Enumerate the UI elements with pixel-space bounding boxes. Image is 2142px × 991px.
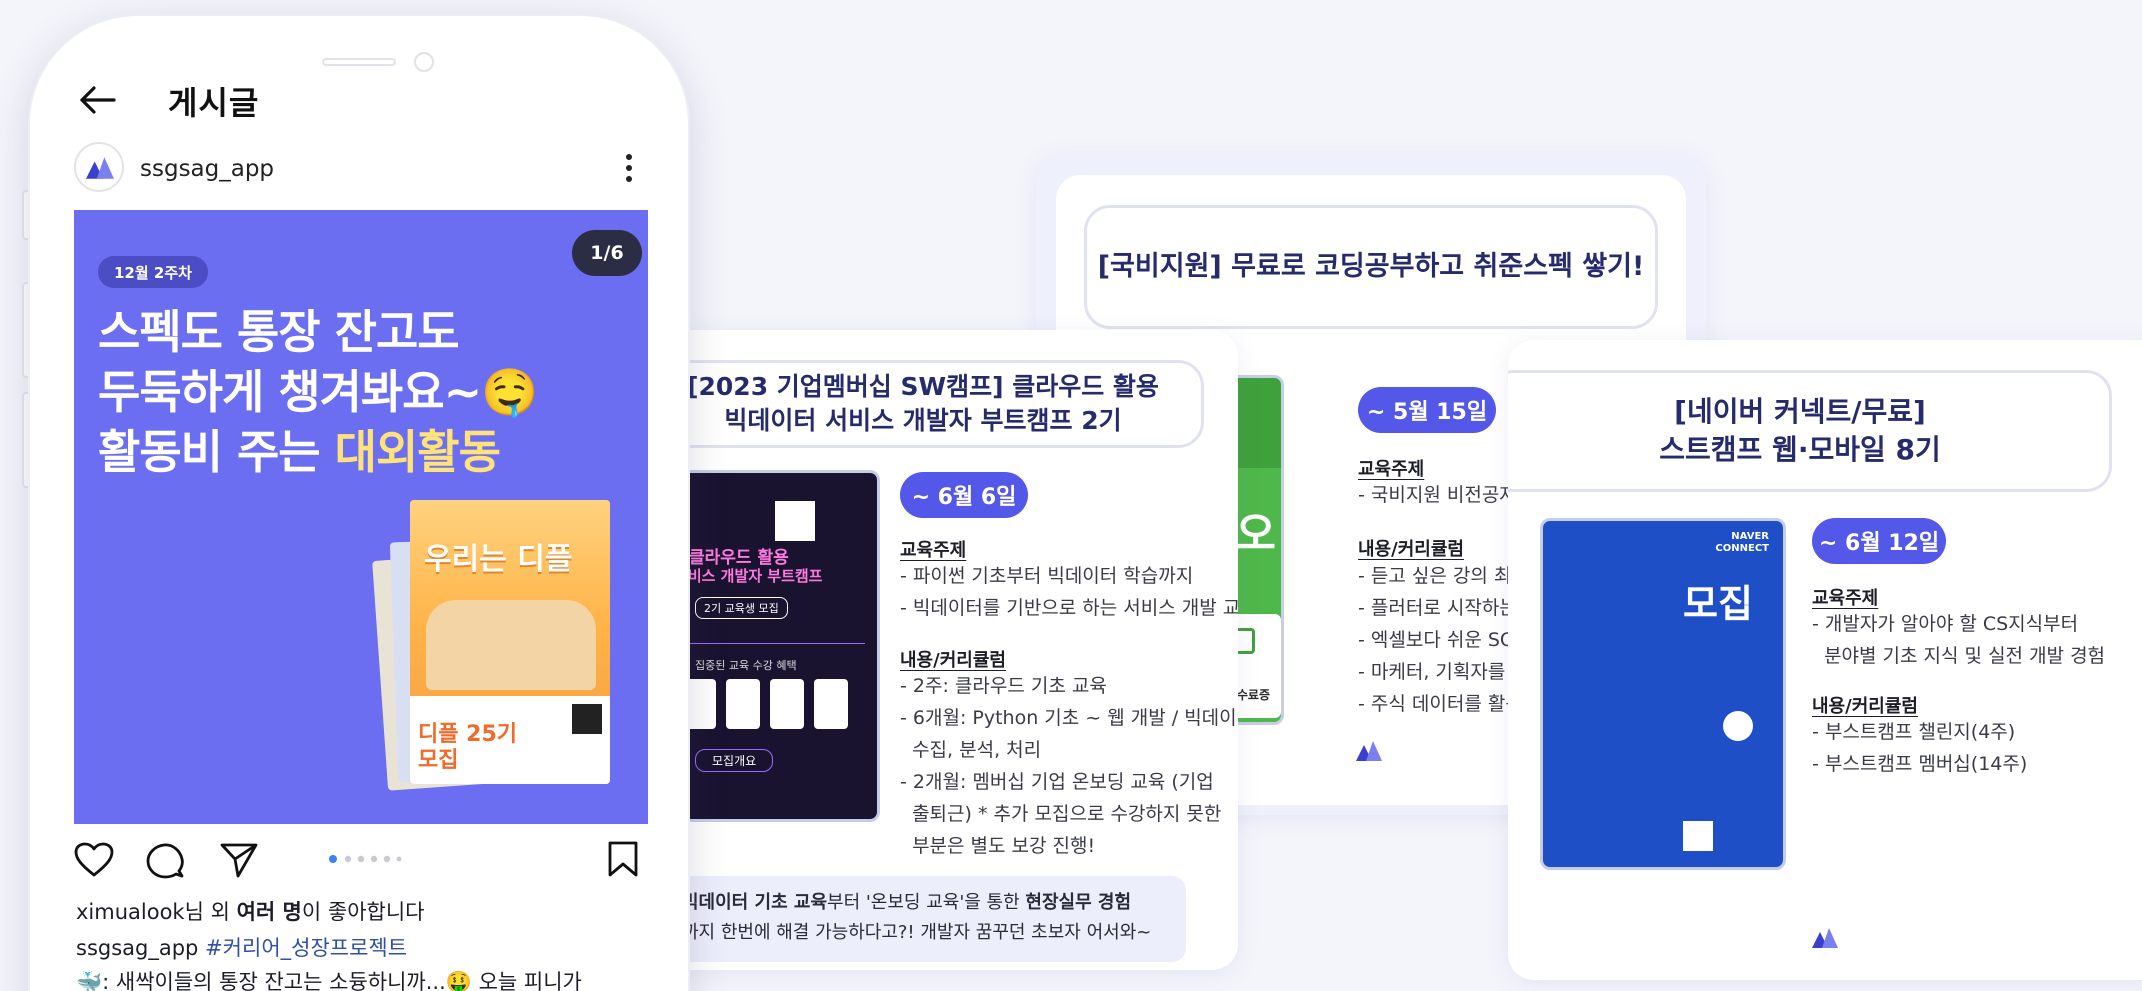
phone-mockup: 게시글 ssgsag_app 12월 2주차 1/6 스펙도 통장 잔고도 두둑… [28,14,690,991]
carousel-dots [329,855,402,863]
ssgsag-logo-icon [86,157,114,179]
curriculum-heading: 내용/커리큘럼 [1358,539,1464,560]
poster-text: 집중된 교육 수강 혜택 [695,659,797,672]
poster-text: 모집개요 [695,749,774,772]
list-item: - 2주: 클라우드 기초 교육 [900,675,1107,697]
poster-text: 우리는 디플 [424,542,573,577]
featured-poster: 우리는 디플 디플 25기 모집 [410,500,610,784]
poster-text: 2기 교육생 모집 [695,597,788,619]
poster-text: NAVER CONNECT [1715,531,1769,554]
hashtag-link[interactable]: #커리어_성장프로젝트 [205,936,407,960]
course-title: [2023 기업멤버십 SW캠프] 클라우드 활용 빅데이터 서비스 개발자 부… [662,360,1204,448]
page-title: 게시글 [168,84,260,122]
deadline-badge: ~ 5월 15일 [1358,387,1496,433]
ssgsag-logo-icon [1356,741,1382,761]
topic-list: - 파이썬 기초부터 빅데이터 학습까지 - 빅데이터를 기반으로 하는 서비스… [900,560,1238,624]
account-username[interactable]: ssgsag_app [140,156,274,182]
curriculum-list: - 부스트캠프 챌린지(4주) - 부스트캠프 멤버십(14주) [1812,716,2027,780]
list-item: - 2개월: 멤버십 기업 온보딩 교육 (기업 [900,771,1214,793]
more-options-icon[interactable] [624,152,634,184]
caption-username[interactable]: ssgsag_app [76,936,198,960]
ssgsag-logo-icon [1812,928,1838,948]
phone-speaker [322,58,396,66]
list-item: - 파이썬 기초부터 빅데이터 학습까지 [900,565,1194,587]
list-item: 분야별 기초 지식 및 실전 개발 경험 [1812,645,2106,667]
list-item: - 부스트캠프 챌린지(4주) [1812,721,2016,743]
heart-icon[interactable] [74,842,114,878]
course-title: [네이버 커넥트/무료] 스트캠프 웹·모바일 8기 [1508,370,2112,492]
comment-icon[interactable] [146,842,184,880]
post-caption-header: ssgsag_app #커리어_성장프로젝트 [76,932,407,962]
deadline-badge: ~ 6월 12일 [1812,518,1946,564]
topic-heading: 교육주제 [1812,588,1879,609]
avatar[interactable] [74,142,124,192]
deadline-badge: ~ 6월 6일 [900,472,1028,518]
course-card-cloud-bigdata[interactable]: [2023 기업멤버십 SW캠프] 클라우드 활용 빅데이터 서비스 개발자 부… [662,330,1238,970]
post-caption-text: 🐳: 새싹이들의 통장 잔고는 소듕하니까...🤑 오늘 피니가 [76,970,582,991]
course-poster: NAVER CONNECT 모집 [1540,518,1786,870]
post-carousel-slide[interactable]: 12월 2주차 1/6 스펙도 통장 잔고도 두둑하게 챙겨봐요~🤤 활동비 주… [74,210,648,824]
curriculum-heading: 내용/커리큘럼 [1812,696,1918,717]
topic-heading: 교육주제 [900,540,967,561]
curriculum-list: - 2주: 클라우드 기초 교육 - 6개월: Python 기초 ~ 웹 개발… [900,670,1238,862]
slide-headline: 스펙도 통장 잔고도 두둑하게 챙겨봐요~🤤 활동비 주는 대외활동 [98,305,538,479]
curriculum-heading: 내용/커리큘럼 [900,650,1006,671]
poster-text: 디플 25기 모집 [418,722,517,773]
list-item: - 빅데이터를 기반으로 하는 서비스 개발 교육 [900,597,1238,619]
course-card-naver-boostcamp[interactable]: [네이버 커넥트/무료] 스트캠프 웹·모바일 8기 NAVER CONNECT… [1508,340,2142,980]
poster-text: 모집 [1683,582,1753,626]
list-item: - 6개월: Python 기초 ~ 웹 개발 / 빅데이터 [900,707,1238,729]
list-item: 출퇴근) * 추가 모집으로 수강하지 못한 [900,803,1222,825]
topic-list: - 개발자가 알아야 할 CS지식부터 분야별 기초 지식 및 실전 개발 경험 [1812,608,2105,672]
phone-camera [414,52,434,72]
poster-people [426,600,596,690]
list-item: - 개발자가 알아야 할 CS지식부터 [1812,613,2079,635]
week-badge: 12월 2주차 [98,256,208,288]
course-title: [국비지원] 무료로 코딩공부하고 취준스펙 쌓기! [1084,205,1658,329]
slide-counter: 1/6 [572,230,642,276]
list-item: 부분은 별도 보강 진행! [900,835,1096,857]
likes-summary[interactable]: ximualook님 외 여러 명이 좋아합니다 [76,896,424,926]
share-icon[interactable] [220,842,258,878]
list-item: - 부스트캠프 멤버십(14주) [1812,753,2028,775]
highlight-note: 빅데이터 기초 교육부터 '온보딩 교육'을 통한 현장실무 경험 까지 한번에… [662,876,1186,962]
topic-heading: 교육주제 [1358,459,1425,480]
course-poster: 클라우드 활용 터 서비스 개발자 부트캠프 2기 교육생 모집 집중된 교육 … [662,470,880,822]
arrow-left-icon[interactable] [78,84,118,116]
bookmark-icon[interactable] [606,840,640,878]
list-item: 수집, 분석, 처리 [900,739,1042,761]
